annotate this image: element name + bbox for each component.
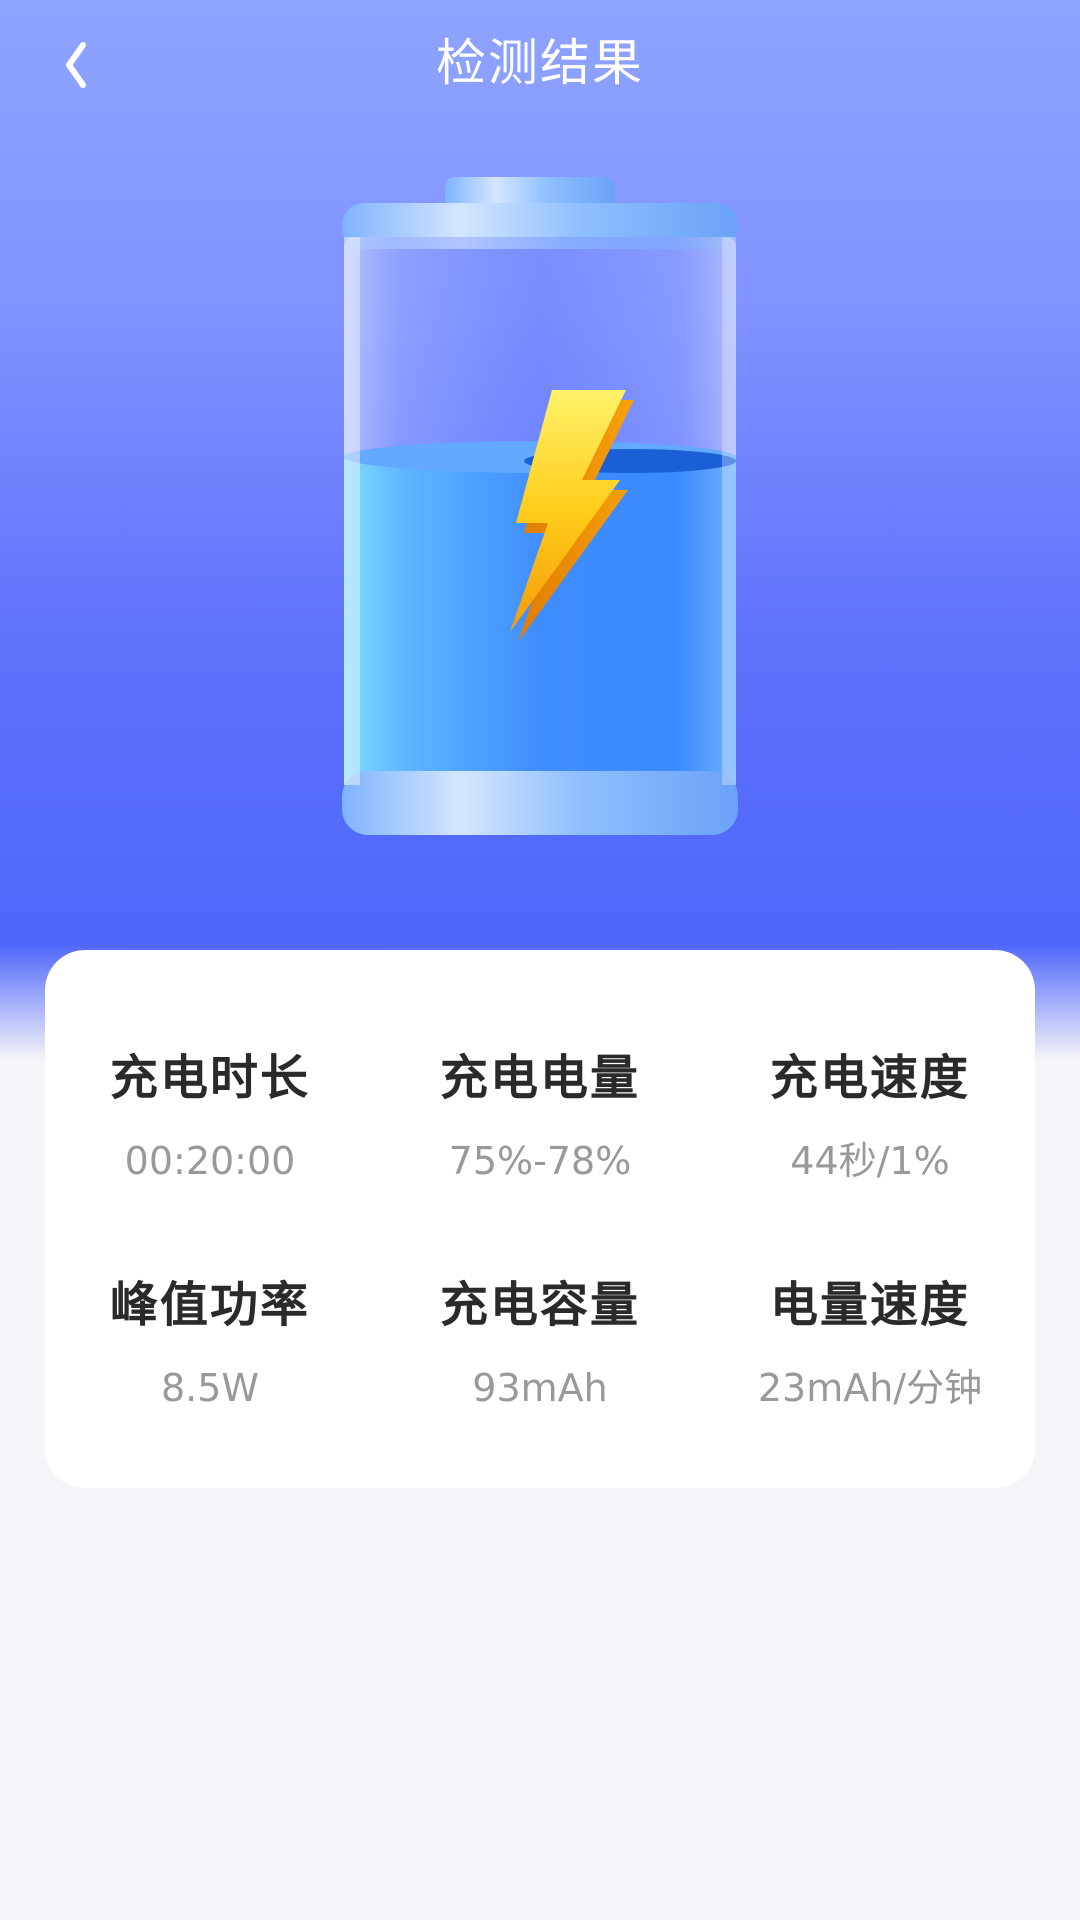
page-title: 检测结果 xyxy=(436,34,644,92)
stat-capacity-speed: 电量速度 23mAh/分钟 xyxy=(705,1275,1035,1413)
stat-value: 75%-78% xyxy=(448,1139,632,1183)
stat-label: 充电时长 xyxy=(109,1050,310,1106)
stat-charge-speed: 充电速度 44秒/1% xyxy=(705,1048,1035,1186)
stat-value: 00:20:00 xyxy=(124,1139,296,1183)
stat-label: 充电电量 xyxy=(439,1050,640,1106)
detection-result-screen: 检测结果 充电时长 00:20:00 充电电量 75%-78% 充电速度 44秒… xyxy=(0,0,1080,1920)
stat-label: 充电容量 xyxy=(439,1277,640,1333)
stat-value: 8.5W xyxy=(160,1366,259,1410)
stat-value: 23mAh/分钟 xyxy=(757,1366,983,1410)
nav-bar: 检测结果 xyxy=(0,0,1080,130)
stat-label: 峰值功率 xyxy=(109,1277,310,1333)
stat-peak-power: 峰值功率 8.5W xyxy=(45,1275,375,1413)
stat-value: 93mAh xyxy=(472,1366,608,1410)
stat-label: 充电速度 xyxy=(769,1050,970,1106)
stats-grid: 充电时长 00:20:00 充电电量 75%-78% 充电速度 44秒/1% 峰… xyxy=(45,950,1035,1488)
stat-charge-duration: 充电时长 00:20:00 xyxy=(45,1048,375,1186)
stat-label: 电量速度 xyxy=(769,1277,970,1333)
battery-charging-icon xyxy=(342,177,738,835)
stat-charge-capacity: 充电容量 93mAh xyxy=(375,1275,705,1413)
stat-value: 44秒/1% xyxy=(790,1139,950,1183)
stat-charge-amount: 充电电量 75%-78% xyxy=(375,1048,705,1186)
result-card: 充电时长 00:20:00 充电电量 75%-78% 充电速度 44秒/1% 峰… xyxy=(45,950,1035,1488)
